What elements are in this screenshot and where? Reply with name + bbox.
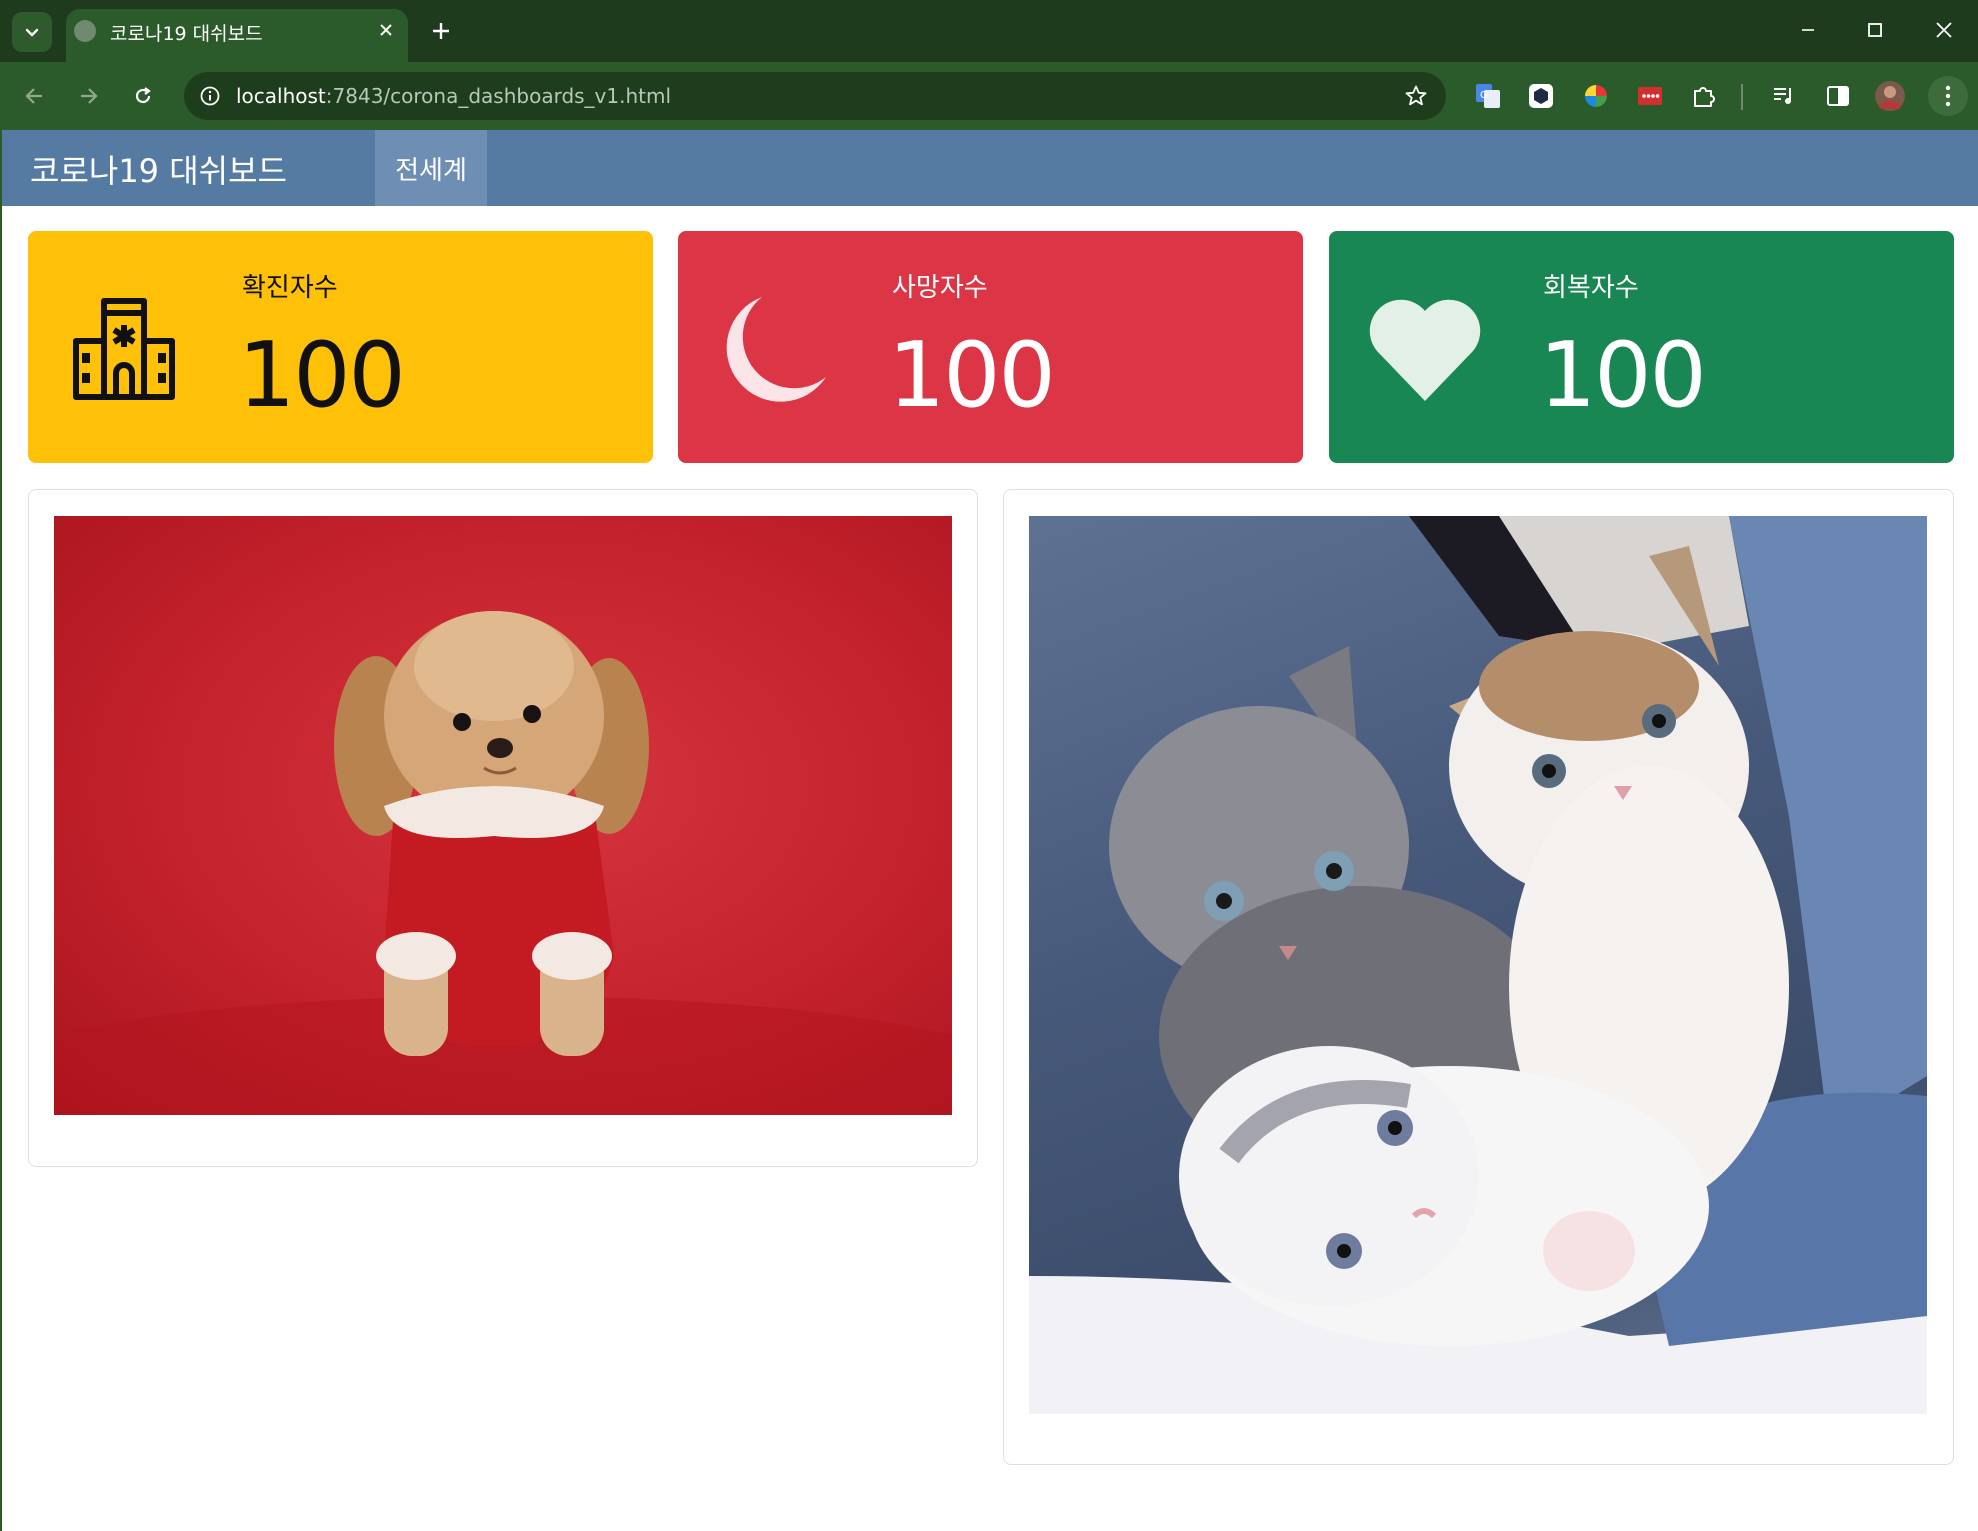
- more-vert-icon: [1945, 85, 1951, 107]
- address-bar[interactable]: localhost:7843/corona_dashboards_v1.html: [184, 72, 1446, 120]
- site-info-icon[interactable]: [194, 80, 226, 112]
- heart-icon: [1365, 289, 1485, 409]
- close-icon: [1936, 22, 1952, 38]
- arrow-right-icon: [81, 88, 98, 104]
- confirmed-card: 확진자수 100: [28, 231, 653, 463]
- forward-button[interactable]: [70, 78, 106, 114]
- tab-close-button[interactable]: [372, 16, 400, 44]
- minimize-icon: [1802, 29, 1814, 31]
- page-left-edge: [0, 206, 2, 1531]
- url-text: localhost:7843/corona_dashboards_v1.html: [236, 84, 671, 108]
- recovered-value: 100: [1539, 323, 1707, 428]
- deaths-value: 100: [888, 323, 1056, 428]
- maximize-icon: [1868, 23, 1882, 37]
- password-dots-icon: [1638, 87, 1662, 105]
- nav-item-worldwide[interactable]: 전세계: [375, 130, 487, 206]
- color-picker-extension-icon[interactable]: [1580, 80, 1612, 112]
- google-translate-extension-icon[interactable]: G: [1472, 80, 1504, 112]
- side-panel-button[interactable]: [1822, 80, 1854, 112]
- browser-toolbar: localhost:7843/corona_dashboards_v1.html…: [0, 62, 1978, 130]
- info-icon: [200, 86, 220, 106]
- toolbar-separator: [1741, 84, 1743, 110]
- reload-button[interactable]: [125, 78, 161, 114]
- confirmed-value: 100: [238, 323, 406, 428]
- translate-icon: G: [1476, 84, 1500, 108]
- extensions-button[interactable]: [1688, 80, 1720, 112]
- deaths-label: 사망자수: [892, 273, 988, 303]
- media-control-button[interactable]: [1768, 80, 1800, 112]
- url-host: localhost: [236, 84, 326, 108]
- bookmark-star-icon[interactable]: [1402, 82, 1430, 110]
- maximize-button[interactable]: [1855, 10, 1895, 50]
- puzzle-icon: [1694, 87, 1715, 107]
- recovered-card: 회복자수 100: [1329, 231, 1954, 463]
- hospital-icon: [64, 289, 184, 409]
- dog-photo-card: [28, 489, 978, 1167]
- reload-icon: [135, 87, 151, 104]
- minimize-button[interactable]: [1788, 10, 1828, 50]
- site-navbar: 코로나19 대쉬보드 전세계: [0, 130, 1978, 206]
- kittens-photo: [1029, 516, 1927, 1414]
- kittens-photo-card: [1003, 489, 1954, 1465]
- confirmed-label: 확진자수: [242, 273, 338, 303]
- color-wheel-icon: [1585, 85, 1607, 107]
- close-icon: [380, 24, 392, 36]
- chevron-down-icon: [25, 28, 39, 37]
- moon-icon: [714, 289, 834, 409]
- password-extension-icon[interactable]: [1634, 80, 1666, 112]
- globe-icon: [74, 20, 96, 42]
- playlist-icon: [1774, 88, 1791, 104]
- star-icon: [1405, 85, 1427, 106]
- browser-tab-strip: 코로나19 대쉬보드: [0, 0, 1978, 62]
- deaths-card: 사망자수 100: [678, 231, 1303, 463]
- dog-photo: [54, 516, 952, 1115]
- plus-icon: [433, 23, 449, 39]
- navbar-brand[interactable]: 코로나19 대쉬보드: [30, 146, 287, 192]
- recovered-label: 회복자수: [1543, 273, 1639, 303]
- avatar-icon: [1875, 81, 1905, 111]
- window-close-button[interactable]: [1924, 10, 1964, 50]
- tab-search-button[interactable]: [12, 12, 52, 52]
- new-tab-button[interactable]: [424, 14, 458, 48]
- svg-text:G: G: [1480, 90, 1488, 101]
- browser-menu-button[interactable]: [1928, 76, 1968, 116]
- profile-avatar[interactable]: [1874, 80, 1906, 112]
- arrow-left-icon: [25, 88, 42, 104]
- hexagon-icon: [1529, 84, 1553, 108]
- back-button[interactable]: [17, 78, 53, 114]
- tab-title: 코로나19 대쉬보드: [110, 23, 263, 45]
- hexagon-extension-icon[interactable]: [1525, 80, 1557, 112]
- side-panel-icon: [1827, 86, 1849, 106]
- url-path: :7843/corona_dashboards_v1.html: [325, 84, 672, 108]
